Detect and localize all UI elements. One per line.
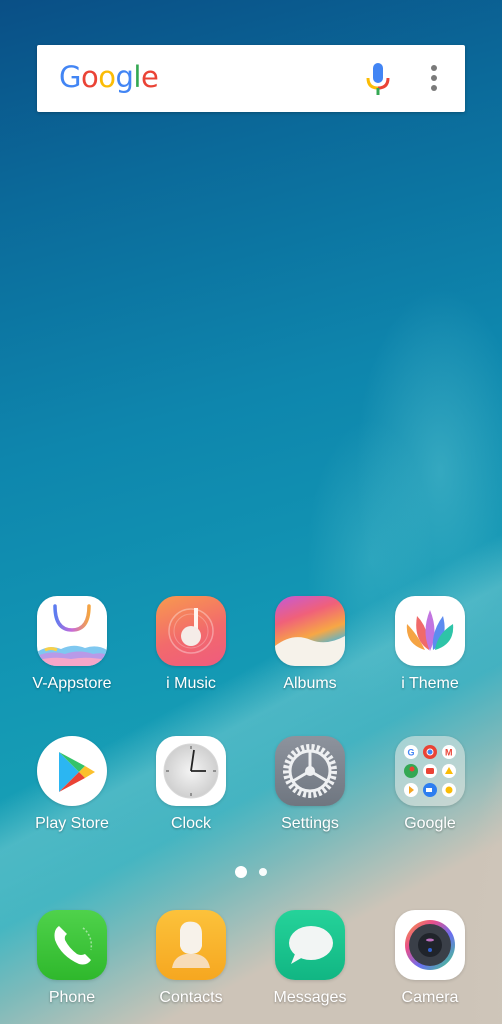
logo-letter: o: [80, 60, 99, 94]
dock-messages[interactable]: Messages: [255, 910, 365, 1020]
app-clock[interactable]: Clock: [136, 736, 246, 846]
google-search-widget[interactable]: Google: [37, 45, 465, 112]
app-i-music[interactable]: i Music: [136, 596, 246, 706]
page-indicator: [0, 866, 502, 878]
dock-phone[interactable]: Phone: [17, 910, 127, 1020]
app-google-folder[interactable]: G M Google: [375, 736, 485, 846]
google-folder-icon: G M: [395, 736, 465, 806]
app-label: Camera: [401, 989, 459, 1006]
app-albums[interactable]: Albums: [255, 596, 365, 706]
i-theme-icon: [395, 596, 465, 666]
phone-icon: [37, 910, 107, 980]
app-label: Play Store: [35, 815, 109, 832]
app-label: Google: [404, 815, 456, 832]
albums-icon: [275, 596, 345, 666]
app-label: i Music: [166, 675, 216, 692]
app-label: Settings: [281, 815, 339, 832]
play-store-icon: [37, 736, 107, 806]
app-label: Albums: [283, 675, 337, 692]
svg-text:G: G: [408, 748, 415, 758]
i-music-icon: [156, 596, 226, 666]
app-label: i Theme: [401, 675, 459, 692]
app-settings[interactable]: Settings: [255, 736, 365, 846]
more-vert-icon[interactable]: [425, 65, 443, 95]
app-label: Clock: [170, 815, 211, 832]
clock-icon: [156, 736, 226, 806]
app-label: Messages: [273, 989, 347, 1006]
dock-camera[interactable]: Camera: [375, 910, 485, 1020]
page-dot[interactable]: [259, 868, 267, 876]
logo-letter: G: [59, 60, 81, 94]
messages-icon: [275, 910, 345, 980]
contacts-icon: [156, 910, 226, 980]
app-v-appstore[interactable]: V-Appstore: [17, 596, 127, 706]
logo-letter: l: [133, 60, 141, 94]
app-i-theme[interactable]: i Theme: [375, 596, 485, 706]
camera-icon: [395, 910, 465, 980]
app-label: Phone: [48, 989, 96, 1006]
v-appstore-icon: [37, 596, 107, 666]
app-play-store[interactable]: Play Store: [17, 736, 127, 846]
dock-contacts[interactable]: Contacts: [136, 910, 246, 1020]
app-label: V-Appstore: [32, 675, 112, 692]
page-dot-active[interactable]: [235, 866, 247, 878]
logo-letter: o: [98, 60, 116, 94]
google-logo: Google: [59, 60, 159, 94]
settings-gear-icon: [275, 736, 345, 806]
svg-text:M: M: [445, 748, 453, 758]
logo-letter: g: [115, 60, 134, 94]
microphone-icon[interactable]: [365, 63, 391, 97]
logo-letter: e: [140, 60, 159, 94]
app-label: Contacts: [159, 989, 223, 1006]
